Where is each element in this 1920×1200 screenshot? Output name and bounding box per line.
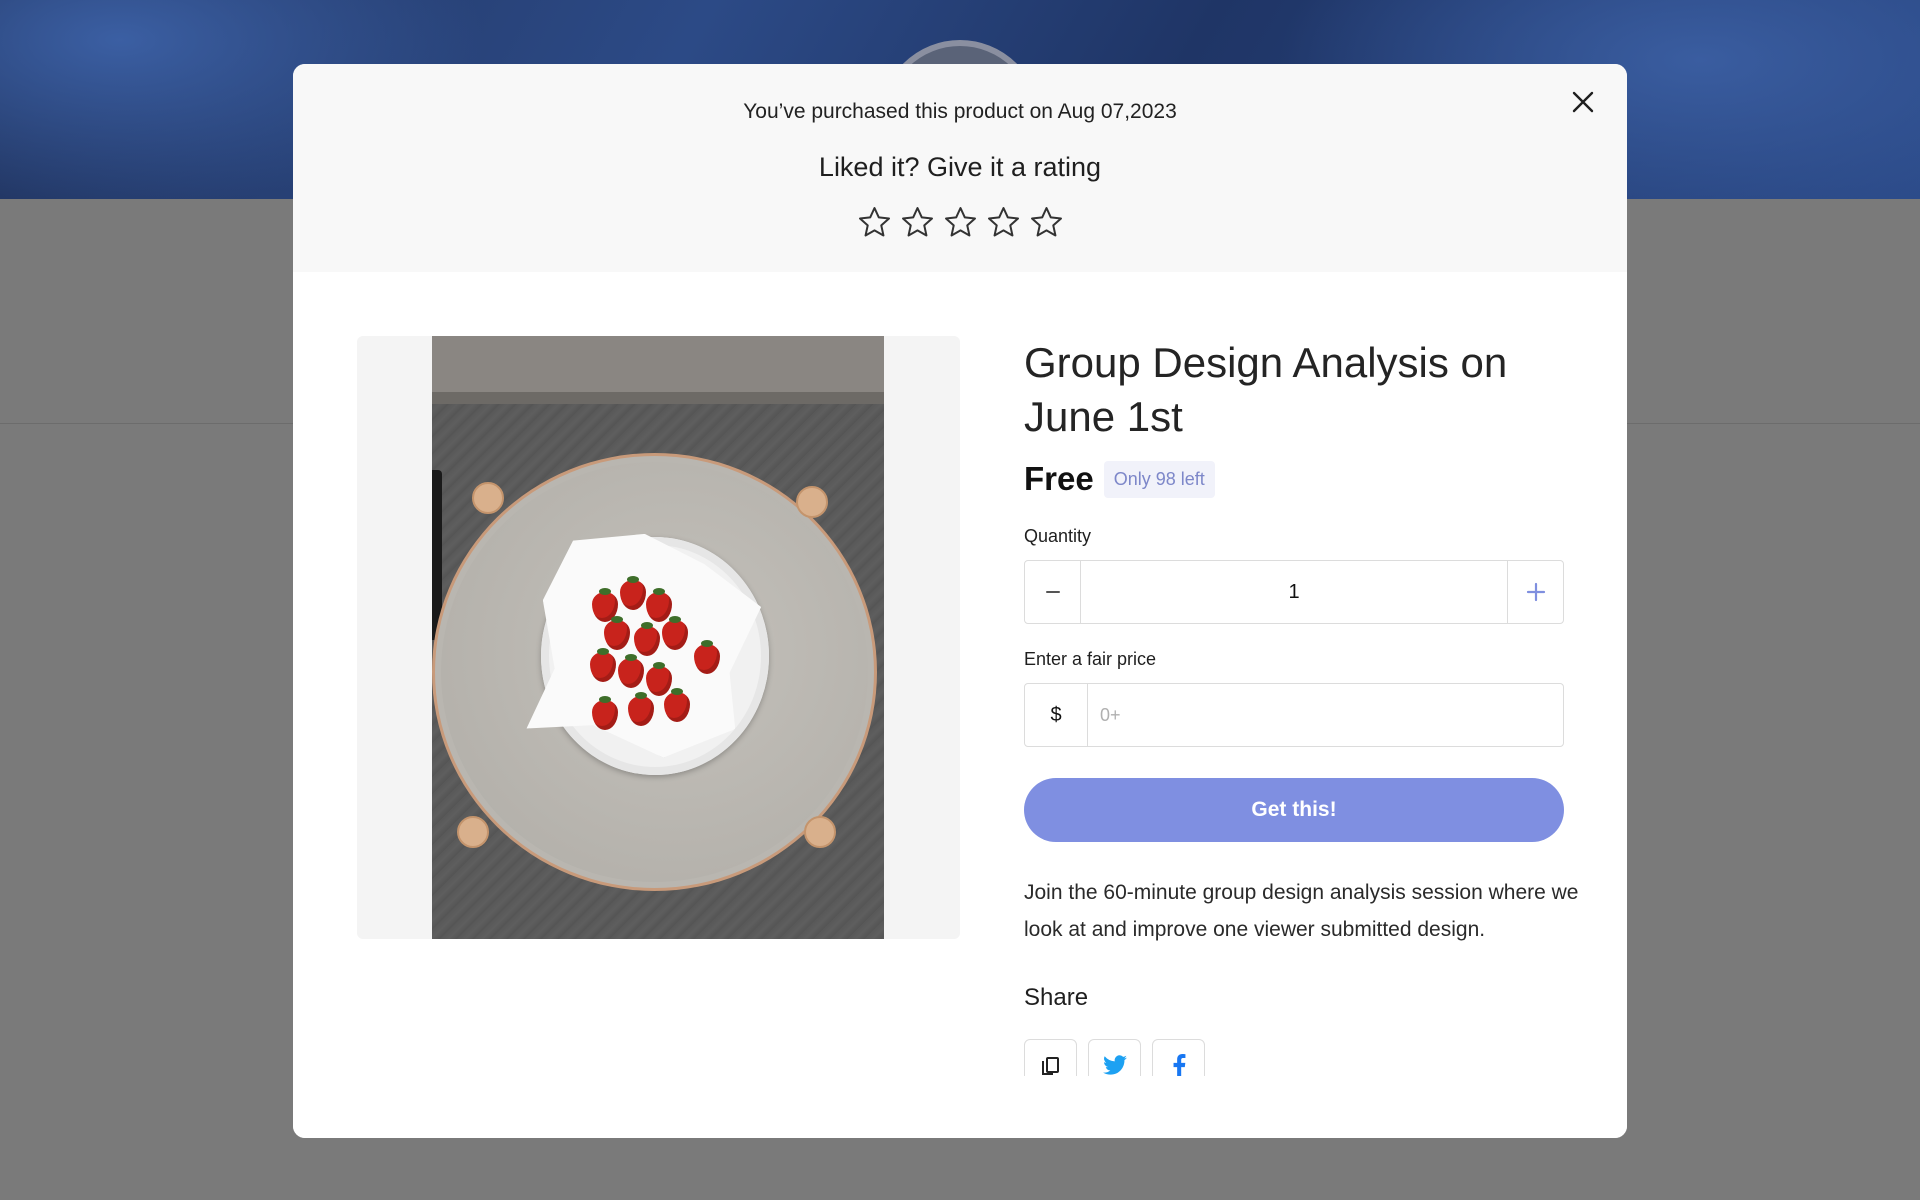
star-2-icon[interactable] [899,204,936,241]
product-title: Group Design Analysis on June 1st [1024,339,1508,440]
currency-symbol: $ [1025,684,1088,746]
plus-icon [1526,582,1545,602]
price-label: Free [1024,460,1094,497]
twitter-icon [1102,1054,1127,1075]
facebook-icon [1173,1053,1185,1078]
star-rating [293,204,1627,241]
rating-header: You’ve purchased this product on Aug 07,… [293,64,1627,272]
star-4-icon[interactable] [985,204,1022,241]
product-modal: You’ve purchased this product on Aug 07,… [293,64,1627,1138]
close-button[interactable] [1567,86,1599,118]
quantity-input[interactable] [1081,561,1507,623]
star-3-icon[interactable] [942,204,979,241]
quantity-stepper [1024,560,1564,624]
close-icon [1572,91,1594,113]
fair-price-input[interactable] [1088,684,1563,746]
minus-icon [1045,591,1060,593]
star-1-icon[interactable] [856,204,893,241]
product-image [432,336,884,939]
star-5-icon[interactable] [1028,204,1065,241]
decrease-quantity-button[interactable] [1025,561,1081,623]
purchase-note: You’ve purchased this product on Aug 07,… [743,100,1177,123]
quantity-label: Quantity [1024,526,1092,546]
stock-badge: Only 98 left [1103,460,1215,498]
share-label: Share [1024,984,1089,1011]
copy-link-icon [1041,1056,1059,1075]
fair-price-label: Enter a fair price [1024,649,1157,669]
modal-footer-space [293,1076,1627,1138]
increase-quantity-button[interactable] [1507,561,1563,623]
product-image-frame [357,336,960,939]
price-row: Free Only 98 left [1024,460,1215,498]
fair-price-field: $ [1024,683,1564,747]
get-this-button[interactable]: Get this! [1024,778,1564,842]
rating-prompt: Liked it? Give it a rating [818,152,1102,182]
product-description: Join the 60-minute group design analysis… [1024,881,1579,941]
